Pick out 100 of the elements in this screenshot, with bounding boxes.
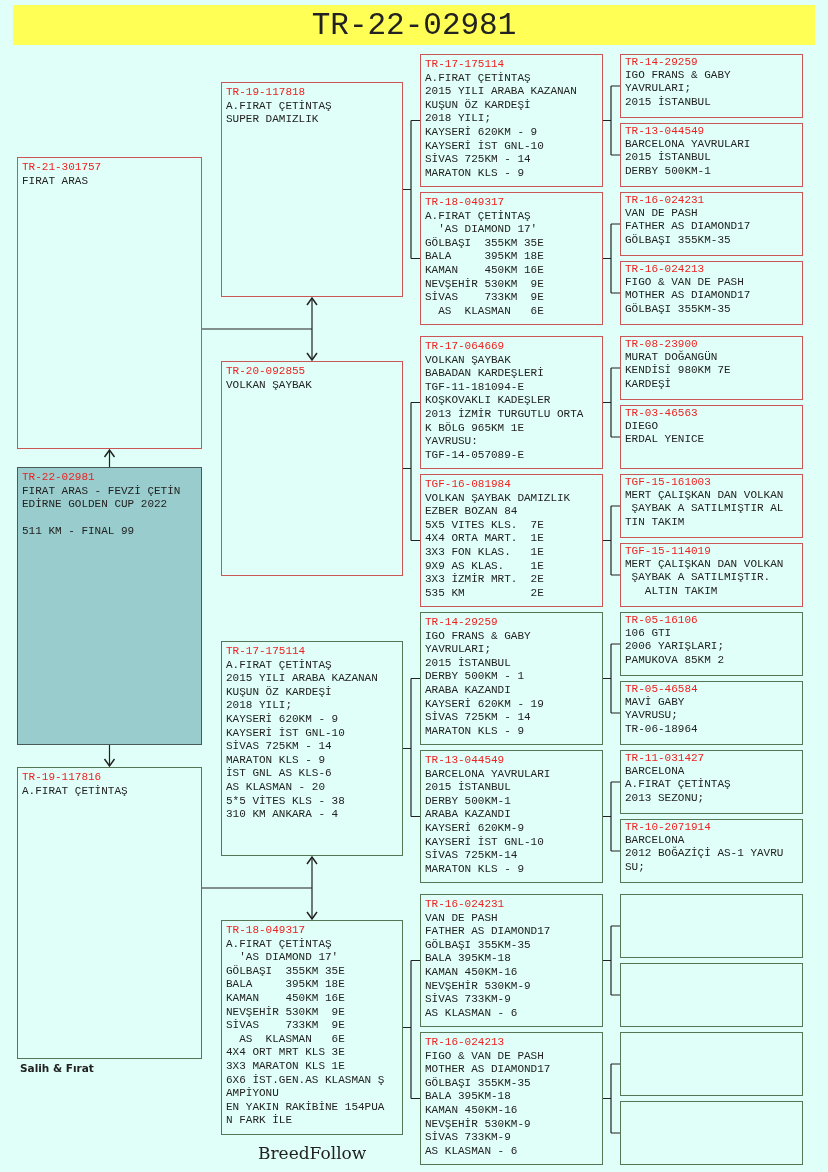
- card-text: YAVRULARI;: [425, 643, 492, 657]
- card-text: SİVAS 725KM - 14: [425, 711, 532, 725]
- card-text: SUPER DAMIZLIK: [226, 113, 320, 127]
- card-text: KAMAN 450KM 16E: [425, 263, 545, 278]
- connector-line: [602, 643, 621, 714]
- ring-number: TGF-15-114019: [625, 545, 712, 559]
- card-text: GÖLBAŞI 355KM 35E: [226, 964, 346, 979]
- card-text: MAVİ GABY: [625, 696, 686, 710]
- card-text: İST GNL AS KLS-6: [226, 767, 333, 781]
- card-text: 4X4 ORTA MART. 1E: [425, 532, 545, 546]
- card-text: EZBER BOZAN 84: [425, 505, 519, 519]
- connector-line: [602, 223, 621, 294]
- card-text: 2013 İZMİR TURGUTLU ORTA: [425, 407, 585, 422]
- ring-number: TR-20-092855: [226, 365, 307, 379]
- ring-number: TR-10-2071914: [625, 821, 712, 835]
- card-text: EN YAKIN RAKİBİNE 154PUA: [226, 1100, 386, 1114]
- card-text: GÖLBAŞI 355KM-35: [625, 233, 732, 247]
- card-text: AS KLASMAN - 6: [425, 1144, 519, 1159]
- card-text: BARCELONA YAVRULARI: [625, 138, 752, 151]
- ring-number: TR-16-024213: [425, 1036, 506, 1050]
- card-text: KAYSERİ İST GNL-10: [425, 139, 545, 153]
- card-text: 2015 YILI ARABA KAZANAN: [226, 672, 379, 686]
- connector-line: [602, 1063, 621, 1134]
- card-text: BARCELONA YAVRULARI: [425, 767, 552, 781]
- card-text: BARCELONA: [625, 834, 685, 847]
- card-text: MOTHER AS DIAMOND17: [625, 289, 752, 303]
- card-text: SİVAS 733KM-9: [425, 1131, 512, 1145]
- card-text: KUŞUN ÖZ KARDEŞİ: [226, 685, 333, 700]
- card-text: MOTHER AS DIAMOND17: [425, 1063, 552, 1077]
- card-text: KAYSERİ İST GNL-10: [226, 726, 346, 740]
- card-text: MARATON KLS - 9: [425, 724, 526, 739]
- card-text: KAYSERİ 620KM - 9: [226, 712, 340, 727]
- card-text: KAMAN 450KM-16: [425, 1103, 519, 1118]
- card-text: A.FIRAT ÇETİNTAŞ: [226, 937, 333, 952]
- card-text: 2015 YILI ARABA KAZANAN: [425, 85, 578, 99]
- card-text: KARDEŞİ: [625, 377, 673, 391]
- card-text: 'AS DIAMOND 17': [238, 951, 340, 965]
- card-text: GÖLBAŞI 355KM-35: [425, 1076, 532, 1091]
- card-text: 4X4 ORT MRT KLS 3E: [226, 1046, 346, 1060]
- card-text: A.FIRAT ÇETİNTAŞ: [226, 99, 333, 114]
- card-text: NEVŞEHİR 530KM 9E: [425, 277, 545, 291]
- card-text: A.FIRAT ÇETİNTAŞ: [425, 209, 532, 224]
- ring-number: TR-05-46584: [625, 683, 699, 696]
- ring-number: TR-17-175114: [226, 645, 307, 659]
- card-text: VAN DE PASH: [425, 911, 499, 926]
- card-text: TGF-11-181094-E: [425, 380, 526, 395]
- card-text: DIEGO: [625, 420, 659, 434]
- ring-number: TR-16-024231: [425, 898, 506, 912]
- card-text: VOLKAN ŞAYBAK: [425, 353, 512, 367]
- card-text: MARATON KLS - 9: [425, 166, 526, 181]
- card-text: ARABA KAZANDI: [425, 683, 512, 698]
- card-text: VOLKAN ŞAYBAK: [226, 378, 313, 393]
- card-text: BARCELONA: [625, 765, 686, 778]
- connector-line: [602, 367, 621, 438]
- card-text: KAYSERİ 620KM - 19: [425, 697, 545, 711]
- ring-number: TGF-16-081984: [425, 478, 512, 492]
- card-text: BABADAN KARDEŞLERİ: [425, 367, 545, 381]
- card-text: FIGO & VAN DE PASH: [425, 1049, 545, 1064]
- card-text: ALTIN TAKIM: [643, 584, 719, 598]
- card-text: 2015 İSTANBUL: [625, 95, 712, 109]
- card-text: A.FIRAT ÇETİNTAŞ: [22, 784, 129, 799]
- card-text: DERBY 500KM - 1: [425, 670, 526, 684]
- card-text: MARATON KLS - 9: [425, 862, 526, 877]
- card-text: N FARK İLE: [226, 1114, 293, 1128]
- card-text: KAYSERİ İST GNL-10: [425, 835, 545, 849]
- connector-line: [602, 925, 621, 996]
- card-text: KAYSERİ 620KM-9: [425, 821, 526, 836]
- ring-number: TR-14-29259: [625, 56, 699, 70]
- card-text: AS KLASMAN - 20: [226, 780, 327, 795]
- connector-line: [602, 781, 621, 852]
- ring-number: TR-21-301757: [22, 161, 103, 175]
- card-text: FIRAT ARAS: [22, 174, 89, 189]
- card-text: NEVŞEHİR 530KM-9: [425, 979, 532, 993]
- card-text: MERT ÇALIŞKAN DAN VOLKAN: [625, 558, 785, 572]
- card-text: 511 KM - FINAL 99: [22, 525, 136, 539]
- card-text: FIRAT ARAS - FEVZİ ÇETİN: [22, 484, 182, 498]
- card-text: AMPİYONU: [226, 1087, 280, 1101]
- card-text: IGO FRANS & GABY: [625, 69, 732, 83]
- card-text: 106 GTI: [625, 627, 673, 641]
- card-text: 2006 YARIŞLARI;: [625, 640, 726, 654]
- ring-number: TR-13-044549: [425, 754, 506, 768]
- card-text: ARABA KAZANDI: [425, 808, 512, 822]
- card-text: TIN TAKIM: [625, 515, 686, 529]
- card-text: 5*5 VİTES KLS - 38: [226, 794, 346, 809]
- card-text: YAVRUSU;: [625, 709, 679, 723]
- card-text: SİVAS 733KM 9E: [226, 1019, 346, 1033]
- card-text: BALA 395KM-18: [425, 1090, 512, 1104]
- card-text: 2012 BOĞAZİÇİ AS-1 YAVRU: [625, 847, 785, 861]
- card-text: BALA 395KM 18E: [226, 978, 346, 992]
- card-text: 9X9 AS KLAS. 1E: [425, 559, 545, 573]
- ring-number: TR-18-049317: [425, 196, 506, 210]
- connector-line: [602, 505, 621, 576]
- ring-number: TR-16-024213: [625, 263, 706, 277]
- card-text: SİVAS 733KM-9: [425, 993, 512, 1007]
- signature: Salih & Fırat: [20, 1062, 94, 1074]
- card-text: GÖLBAŞI 355KM-35: [625, 302, 732, 316]
- card-text: FATHER AS DIAMOND17: [625, 220, 752, 234]
- card-text: AS KLASMAN 6E: [238, 1032, 346, 1047]
- card-text: GÖLBAŞI 355KM 35E: [425, 236, 545, 251]
- card-text: 2018 YILI;: [226, 699, 293, 713]
